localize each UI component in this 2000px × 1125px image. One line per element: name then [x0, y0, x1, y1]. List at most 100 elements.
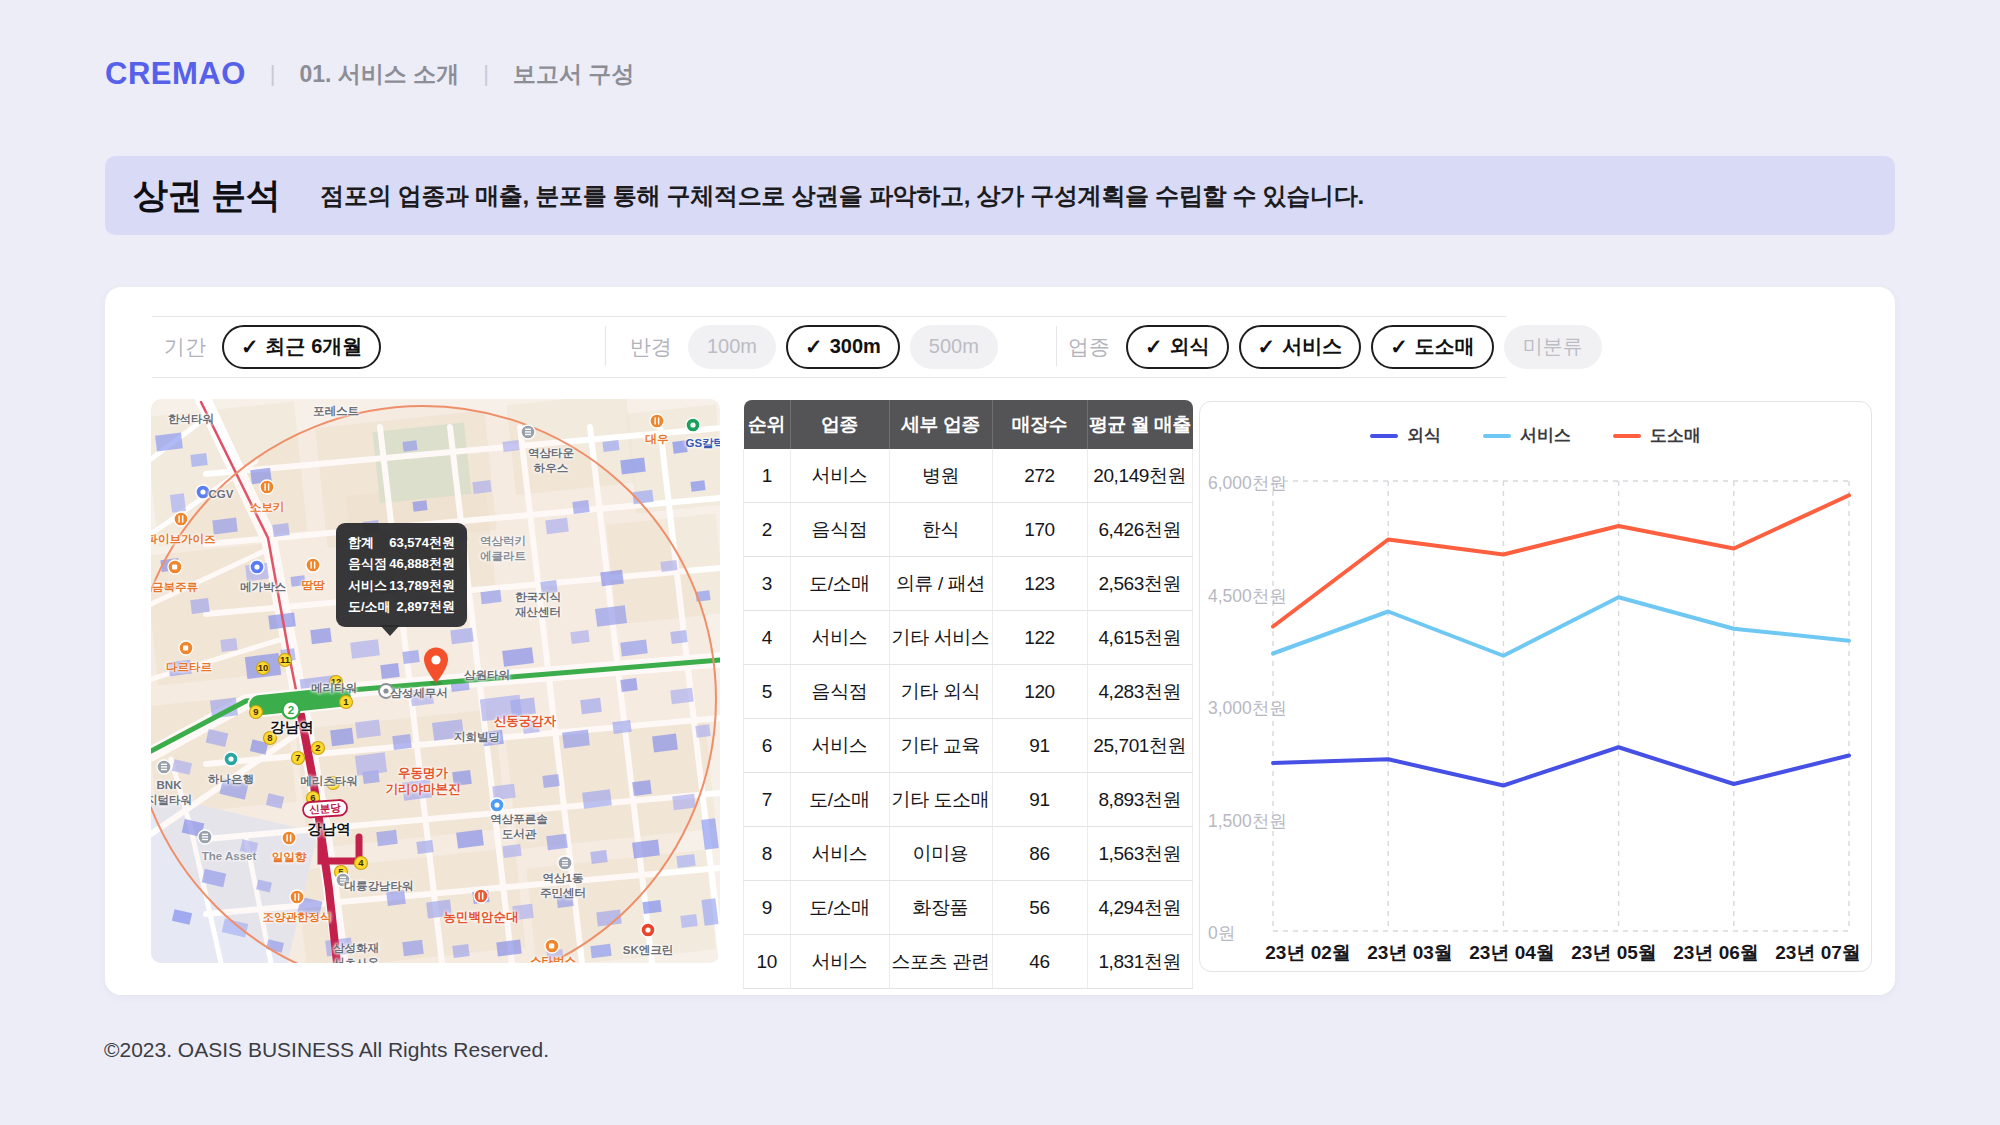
- report-card: 기간 ✓최근 6개월 반경 100m✓300m500m 업종 ✓외식✓서비스✓도…: [105, 287, 1895, 995]
- table-row: 8서비스이미용861,563천원: [744, 827, 1193, 881]
- filter-label-category: 업종: [1068, 333, 1110, 361]
- map-label: GS칼텍스: [685, 436, 720, 451]
- table-row: 10서비스스포츠 관련461,831천원: [744, 935, 1193, 989]
- map-label: 조양관한정식: [263, 910, 332, 925]
- table-row: 3도/소매의류 / 패션1232,563천원: [744, 557, 1193, 611]
- col-header: 업종: [790, 400, 889, 449]
- map-label: The Asset: [202, 849, 257, 864]
- map-label: 땀땀: [302, 578, 325, 593]
- map-label: CGV: [209, 487, 234, 502]
- breadcrumb-separator: |: [483, 61, 489, 87]
- filter-chip-100m[interactable]: 100m: [688, 325, 776, 369]
- sales-trend-chart: 외식 서비스 도소매 6,000천원 4,500천원 3,000천원 1,500천원 0원 2…: [1199, 401, 1872, 972]
- filter-group-radius: 반경 100m✓300m500m: [630, 316, 998, 377]
- legend-item-도소매: 도소매: [1613, 424, 1701, 447]
- map-label: 한석타워: [168, 412, 214, 427]
- table-row: 9도/소매화장품564,294천원: [744, 881, 1193, 935]
- y-tick: 6,000천원: [1208, 471, 1287, 495]
- col-header: 평균 월 매출: [1087, 400, 1193, 449]
- filter-chip-300m[interactable]: ✓300m: [786, 325, 900, 369]
- map-sales-tooltip: 합계63,574천원음식점46,888천원서비스13,789천원도/소매2,89…: [336, 523, 467, 627]
- map-label: 하나은행: [208, 772, 254, 787]
- map-label: BNK 지털타워: [151, 778, 192, 808]
- map-label: 지희빌딩: [454, 730, 500, 745]
- map-label: 대륭강남타워: [345, 879, 414, 894]
- map-label: 메리타워: [311, 681, 357, 696]
- series-서비스: [1273, 597, 1849, 656]
- x-tick: 23년 06월: [1673, 940, 1759, 966]
- x-tick: 23년 04월: [1469, 940, 1555, 966]
- map-label: 메가박스: [240, 580, 286, 595]
- map-label: 소보키: [250, 500, 285, 515]
- table-row: 4서비스기타 서비스1224,615천원: [744, 611, 1193, 665]
- x-tick: 23년 02월: [1265, 940, 1351, 966]
- breadcrumb-section: 01. 서비스 소개: [300, 59, 460, 90]
- filter-chip-500m[interactable]: 500m: [910, 325, 998, 369]
- map-label: 파이브가이즈: [151, 532, 216, 547]
- ranking-table: 순위업종세부 업종매장수평균 월 매출 1서비스병원27220,149천원2음식…: [743, 400, 1178, 989]
- map-label: 메리츠타워: [300, 774, 358, 789]
- x-tick: 23년 05월: [1571, 940, 1657, 966]
- filter-chip-외식[interactable]: ✓외식: [1126, 325, 1229, 369]
- filter-chip-서비스[interactable]: ✓서비스: [1239, 325, 1362, 369]
- copyright: ©2023. OASIS BUSINESS All Rights Reserve…: [104, 1038, 549, 1062]
- col-header: 순위: [744, 400, 791, 449]
- map-label: 역삼타운 하우스: [528, 446, 574, 476]
- table-row: 6서비스기타 교육9125,701천원: [744, 719, 1193, 773]
- map-label: 우동명가 기리야마본진: [386, 765, 461, 798]
- breadcrumb-page: 보고서 구성: [513, 59, 634, 90]
- map-label: 삼성세무서: [390, 686, 448, 701]
- filter-group-period: 기간 ✓최근 6개월: [164, 316, 381, 377]
- page-header: CREMAO | 01. 서비스 소개 | 보고서 구성: [105, 52, 634, 96]
- map-label: 다르타르: [166, 660, 212, 675]
- filter-label-radius: 반경: [630, 333, 672, 361]
- x-tick: 23년 07월: [1775, 940, 1861, 966]
- map-labels: 한석타워포레스트대우GS칼텍스역삼타운 하우스CGV소보키파이브가이즈금복주류메…: [151, 399, 720, 963]
- chart-legend: 외식 서비스 도소매: [1200, 424, 1871, 447]
- map-label: 역삼푸른솔 도서관: [490, 812, 548, 842]
- filter-divider-bottom: [152, 377, 1506, 378]
- map-label: 삼원타워: [464, 668, 510, 683]
- filter-label-period: 기간: [164, 333, 206, 361]
- x-tick: 23년 03월: [1367, 940, 1453, 966]
- filter-chip-미분류[interactable]: 미분류: [1504, 325, 1602, 369]
- table-row: 7도/소매기타 도소매918,893천원: [744, 773, 1193, 827]
- y-tick: 4,500천원: [1208, 584, 1287, 608]
- col-header: 세부 업종: [889, 400, 992, 449]
- map-label: 스타벅스: [530, 954, 576, 963]
- chart-plot: [1200, 402, 1871, 971]
- filter-group-category: 업종 ✓외식✓서비스✓도소매미분류: [1068, 316, 1602, 377]
- map-label: 한국지식 재산센터: [515, 590, 561, 620]
- map-label: 포레스트: [313, 404, 359, 419]
- map-label: 강남역: [307, 820, 351, 839]
- filter-group-divider: [605, 326, 606, 366]
- filter-chip-도소매[interactable]: ✓도소매: [1371, 325, 1494, 369]
- y-tick: 0원: [1208, 921, 1235, 945]
- section-banner: 상권 분석 점포의 업종과 매출, 분포를 통해 구체적으로 상권을 파악하고,…: [105, 156, 1895, 235]
- series-외식: [1273, 747, 1849, 785]
- breadcrumb-separator: |: [270, 61, 276, 87]
- map-label: 역삼1동 주민센터: [540, 871, 586, 901]
- table-row: 5음식점기타 외식1204,283천원: [744, 665, 1193, 719]
- series-도소매: [1273, 495, 1849, 626]
- map-label: 역삼럭키 에클라트: [480, 534, 526, 564]
- filter-chip-최근 6개월[interactable]: ✓최근 6개월: [222, 325, 381, 369]
- map-label: 신동궁감자: [494, 713, 557, 729]
- banner-title: 상권 분석: [133, 172, 280, 219]
- col-header: 매장수: [992, 400, 1087, 449]
- map-label: 삼성화재 서초사옥: [333, 941, 379, 963]
- map-label: 강남역: [270, 718, 314, 737]
- y-tick: 3,000천원: [1208, 696, 1287, 720]
- commercial-district-map[interactable]: 1011121982736542신분당 한석타워포레스트대우GS칼텍스역삼타운 …: [151, 399, 720, 963]
- map-label: SK엔크린: [623, 943, 673, 958]
- table-row: 2음식점한식1706,426천원: [744, 503, 1193, 557]
- legend-item-서비스: 서비스: [1483, 424, 1571, 447]
- cremao-logo: CREMAO: [105, 56, 246, 92]
- map-label: 일일향: [272, 850, 307, 865]
- legend-item-외식: 외식: [1370, 424, 1441, 447]
- map-label: 대우: [646, 432, 669, 447]
- filter-group-divider: [1056, 326, 1057, 366]
- banner-description: 점포의 업종과 매출, 분포를 통해 구체적으로 상권을 파악하고, 상가 구성…: [320, 180, 1364, 212]
- map-label: 농민백암순대: [444, 909, 519, 925]
- y-tick: 1,500천원: [1208, 809, 1287, 833]
